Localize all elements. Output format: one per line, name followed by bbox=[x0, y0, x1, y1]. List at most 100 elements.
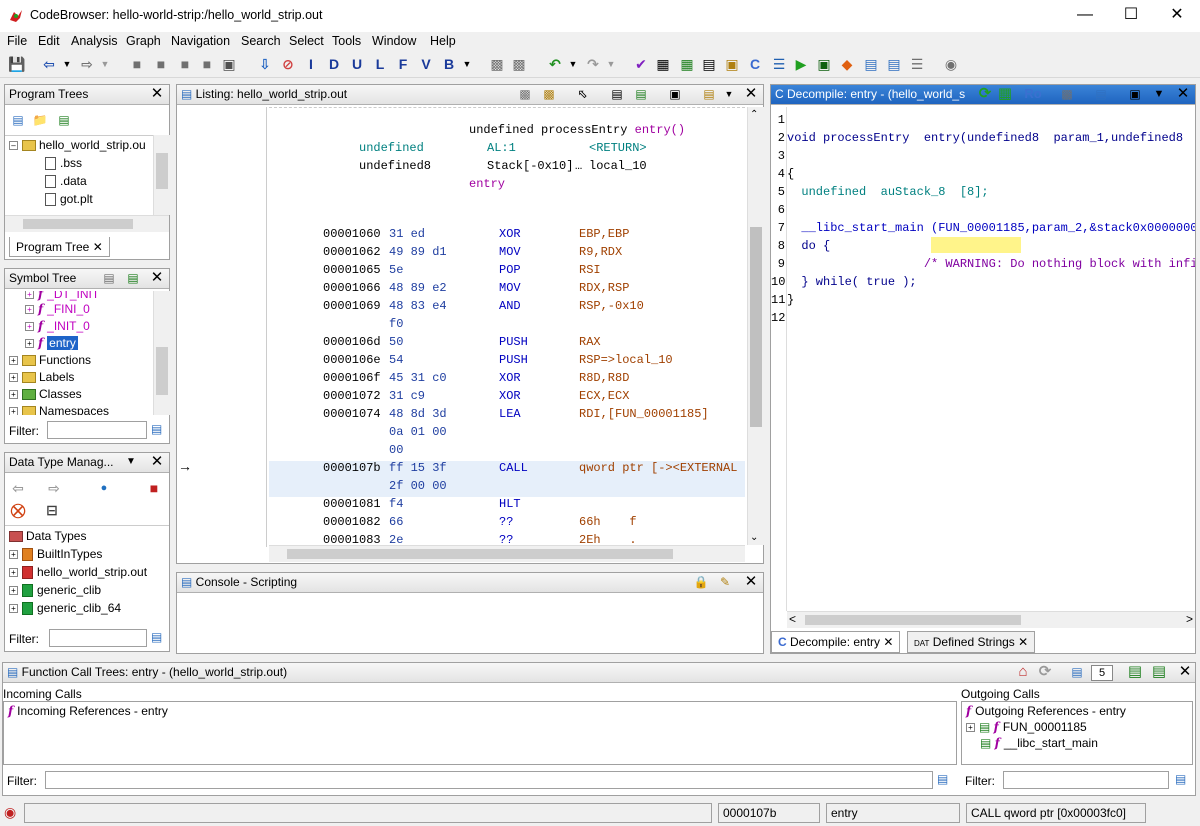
listing-operands[interactable]: R9,RDX bbox=[579, 243, 622, 261]
undo-dropdown-icon[interactable]: ▼ bbox=[564, 55, 582, 73]
copy-icon[interactable]: ▩ bbox=[1059, 86, 1075, 102]
program-tree-hscroll[interactable] bbox=[5, 215, 169, 232]
bookmark-dropdown-icon[interactable]: ▼ bbox=[458, 55, 476, 73]
dt-clib-row[interactable]: + generic_clib bbox=[9, 582, 101, 599]
undo-icon[interactable]: ↶ bbox=[546, 55, 564, 73]
outgoing-filter-input[interactable] bbox=[1003, 771, 1169, 789]
listing-mnemonic[interactable]: ?? bbox=[499, 531, 513, 545]
function-graph-icon[interactable]: ▦ bbox=[678, 55, 696, 73]
data-type-icon[interactable]: ▣ bbox=[723, 55, 741, 73]
dtm-forward-icon[interactable]: ⇨ bbox=[45, 479, 63, 497]
listing-mnemonic[interactable]: PUSH bbox=[499, 333, 528, 351]
listing-address[interactable]: 0000106d bbox=[323, 333, 381, 351]
dtm-back-icon[interactable]: ⇦ bbox=[9, 479, 27, 497]
symbol-labels-folder[interactable]: + Labels bbox=[9, 369, 74, 386]
close-window-button[interactable]: ✕ bbox=[1154, 0, 1200, 32]
listing-bytes[interactable]: 2f 00 00 bbox=[389, 477, 447, 495]
listing-address[interactable]: 00001066 bbox=[323, 279, 381, 297]
dt-clib64-row[interactable]: + generic_clib_64 bbox=[9, 600, 121, 617]
listing-bytes[interactable]: 31 c9 bbox=[389, 387, 425, 405]
edit-sig-icon[interactable]: ▤ bbox=[1093, 86, 1109, 102]
listing-mnemonic[interactable]: HLT bbox=[499, 495, 521, 513]
depth-count[interactable]: 5 bbox=[1091, 665, 1113, 681]
dt-program-row[interactable]: + hello_world_strip.out bbox=[9, 564, 147, 581]
symbol-fini-row[interactable]: + f _FINI_0 bbox=[25, 301, 90, 318]
listing-address[interactable]: 00001082 bbox=[323, 513, 381, 531]
memory-map-icon[interactable]: ▤ bbox=[862, 55, 880, 73]
undefine-u-button[interactable]: U bbox=[348, 55, 366, 73]
symbol-functions-folder[interactable]: + Functions bbox=[9, 352, 91, 369]
listing-bytes[interactable]: 50 bbox=[389, 333, 403, 351]
function-f-button[interactable]: F bbox=[394, 55, 412, 73]
disasm-i-button[interactable]: I bbox=[302, 55, 320, 73]
incoming-root-row[interactable]: f Incoming References - entry bbox=[8, 703, 168, 720]
listing-bytes[interactable]: 48 83 e4 bbox=[389, 297, 447, 315]
nav-prev-icon[interactable]: ■ bbox=[128, 55, 146, 73]
expand-icon[interactable]: ▤ bbox=[1127, 664, 1143, 680]
forward-dropdown-icon[interactable]: ▼ bbox=[96, 55, 114, 73]
listing-hscroll[interactable] bbox=[269, 545, 745, 562]
symbol-entry-row[interactable]: + f entry bbox=[25, 335, 78, 352]
listing-bytes[interactable]: f0 bbox=[389, 315, 403, 333]
listing-address[interactable]: 00001062 bbox=[323, 243, 381, 261]
symbol-tree-nav-icon[interactable]: ▤ bbox=[125, 270, 141, 286]
listing-bytes[interactable]: 31 ed bbox=[389, 225, 425, 243]
listing-bytes[interactable]: 48 8d 3d bbox=[389, 405, 447, 423]
symbol-tree-action-icon[interactable]: ▤ bbox=[101, 270, 117, 286]
decompile-hscroll[interactable]: < > bbox=[787, 611, 1195, 628]
menu-tools[interactable]: Tools bbox=[332, 34, 361, 48]
listing-mnemonic[interactable]: MOV bbox=[499, 243, 521, 261]
decompile-line-text[interactable]: { bbox=[787, 165, 794, 183]
snapshot-camera-icon[interactable]: ▣ bbox=[1127, 86, 1143, 102]
tree-item-data[interactable]: .data bbox=[45, 173, 87, 190]
listing-address[interactable]: 00001083 bbox=[323, 531, 381, 545]
variable-v-button[interactable]: V bbox=[417, 55, 435, 73]
listing-mnemonic[interactable]: CALL bbox=[499, 459, 528, 477]
clear-console-icon[interactable]: ✎ bbox=[717, 574, 733, 590]
decompile-menu-icon[interactable]: ▼ bbox=[1151, 86, 1167, 102]
listing-operands[interactable]: RSI bbox=[579, 261, 601, 279]
listing-vscroll[interactable]: ⌃ ⌄ bbox=[747, 107, 764, 545]
tree-item-bss[interactable]: .bss bbox=[45, 155, 82, 172]
listing-bytes[interactable]: 45 31 c0 bbox=[389, 369, 447, 387]
nav-instr-icon[interactable]: ■ bbox=[152, 55, 170, 73]
listing-address[interactable]: 0000107b bbox=[323, 459, 381, 477]
close-tab-icon[interactable]: ✕ bbox=[93, 240, 103, 254]
bytes-viewer-icon[interactable]: ▦ bbox=[654, 55, 672, 73]
listing-operands[interactable]: RDX,RSP bbox=[579, 279, 629, 297]
listing-bytes[interactable]: 5e bbox=[389, 261, 403, 279]
listing-mnemonic[interactable]: XOR bbox=[499, 387, 521, 405]
listing-operands[interactable]: ECX,ECX bbox=[579, 387, 629, 405]
close-symbol-tree-icon[interactable]: ✕ bbox=[149, 270, 165, 286]
listing-mnemonic[interactable]: POP bbox=[499, 261, 521, 279]
call-tree-icon[interactable]: ☰ bbox=[770, 55, 788, 73]
listing-bytes[interactable]: 2e bbox=[389, 531, 403, 545]
refresh-icon[interactable]: ⟳ bbox=[977, 86, 993, 102]
redo-dropdown-icon[interactable]: ▼ bbox=[602, 55, 620, 73]
decompiler-icon[interactable]: C bbox=[746, 55, 764, 73]
nav-func-icon[interactable]: ▣ bbox=[220, 55, 238, 73]
symbol-tree-vscroll[interactable] bbox=[153, 291, 170, 415]
tab-program-tree[interactable]: Program Tree ✕ bbox=[9, 237, 110, 257]
close-program-trees-icon[interactable]: ✕ bbox=[149, 86, 165, 102]
register-icon[interactable]: ▤ bbox=[885, 55, 903, 73]
decompile-line-text[interactable]: __libc_start_main (FUN_00001185,param_2,… bbox=[787, 219, 1195, 237]
listing-address[interactable]: 00001060 bbox=[323, 225, 381, 243]
dtm-archive-icon[interactable]: ■ bbox=[145, 479, 163, 497]
menu-analysis[interactable]: Analysis bbox=[71, 34, 118, 48]
filter-options-icon[interactable]: ▤ bbox=[151, 422, 162, 436]
listing-bytes[interactable]: 0a 01 00 bbox=[389, 423, 447, 441]
filter-options-icon[interactable]: ▤ bbox=[151, 630, 162, 644]
close-tab-icon[interactable]: ✕ bbox=[1018, 635, 1028, 649]
symbol-refs-icon[interactable]: ☰ bbox=[908, 55, 926, 73]
close-dtm-icon[interactable]: ✕ bbox=[149, 454, 165, 470]
diamond-icon[interactable]: ◆ bbox=[838, 55, 856, 73]
refresh-icon[interactable]: ⟳ bbox=[1037, 664, 1053, 680]
down-arrow-icon[interactable]: ⇩ bbox=[256, 55, 274, 73]
decompile-line-text[interactable]: } while( true ); bbox=[787, 273, 916, 291]
outgoing-item-libc[interactable]: ▤ f __libc_start_main bbox=[980, 735, 1098, 752]
decompile-line-text[interactable]: /* WARNING: Do nothing block with infi bbox=[787, 255, 1195, 273]
menu-help[interactable]: Help bbox=[430, 34, 456, 48]
paste-icon[interactable]: ▩ bbox=[541, 86, 557, 102]
incoming-filter-input[interactable] bbox=[45, 771, 933, 789]
